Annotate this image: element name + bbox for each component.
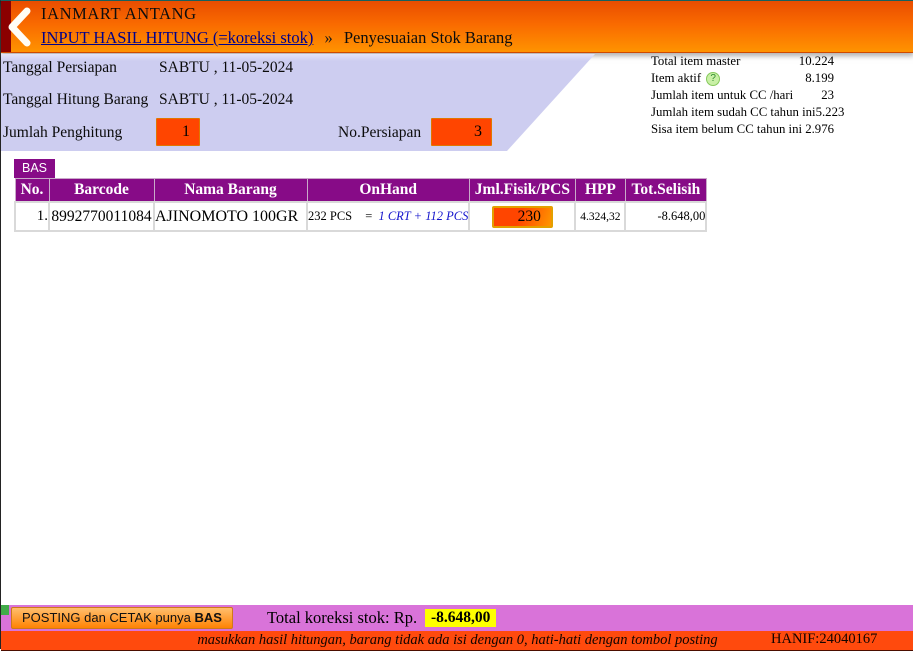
total-koreksi-label: Total koreksi stok: Rp. (267, 608, 417, 628)
back-button[interactable] (3, 4, 37, 50)
stock-table-area: BAS No. Barcode Nama Barang OnHand Jml.F… (14, 159, 707, 232)
form-panel: Tanggal Persiapan SABTU , 11-05-2024 Tan… (1, 54, 595, 151)
tanggal-hitung-value: SABTU , 11-05-2024 (159, 91, 293, 109)
posting-button-text: POSTING dan CETAK punya (22, 610, 194, 625)
stat-label: Jumlah item sudah CC tahun ini (651, 105, 816, 120)
stat-value: 23 (821, 88, 834, 103)
help-icon[interactable]: ? (706, 72, 720, 86)
tab-bas[interactable]: BAS (14, 159, 55, 178)
onhand-qty: 232 PCS (308, 209, 352, 223)
status-bar: masukkan hasil hitungan, barang tidak ad… (1, 631, 913, 651)
col-jml-fisik: Jml.Fisik/PCS (469, 179, 575, 203)
stat-item-sudah-cc: Jumlah item sudah CC tahun ini 5.223 (651, 104, 834, 121)
stat-value: 8.199 (805, 71, 834, 86)
stats-panel: Total item master 10.224 Item aktif ? 8.… (651, 53, 834, 138)
total-koreksi-value: -8.648,00 (425, 609, 496, 627)
stat-label-text: Item aktif (651, 71, 701, 86)
stat-item-aktif: Item aktif ? 8.199 (651, 70, 834, 87)
cell-jml-fisik: 230 (469, 202, 575, 231)
col-tot-selisih: Tot.Selisih (625, 179, 706, 203)
cell-tot-selisih: -8.648,00 (625, 202, 706, 231)
stat-label: Item aktif ? (651, 71, 720, 86)
cell-barcode: 8992770011084 (49, 202, 154, 231)
user-id: HANIF:24040167 (771, 631, 877, 648)
stat-value: 5.223 (816, 105, 845, 120)
jumlah-penghitung-label: Jumlah Penghitung (3, 124, 122, 142)
posting-cetak-button[interactable]: POSTING dan CETAK punya BAS (11, 607, 233, 629)
no-persiapan-label: No.Persiapan (338, 124, 421, 142)
cell-nama-barang: AJINOMOTO 100GR (154, 202, 307, 231)
page-subtitle: Penyesuaian Stok Barang (344, 28, 513, 47)
page-link[interactable]: INPUT HASIL HITUNG (=koreksi stok) (41, 28, 313, 47)
stat-item-cc-hari: Jumlah item untuk CC /hari 23 (651, 87, 834, 104)
tanggal-persiapan-value: SABTU , 11-05-2024 (159, 59, 293, 77)
cell-hpp: 4.324,32 (575, 202, 625, 231)
col-nama-barang: Nama Barang (154, 179, 307, 203)
cell-no: 1. (15, 202, 49, 231)
stat-value: 2.976 (805, 122, 834, 137)
store-title: IANMART ANTANG (41, 4, 197, 24)
cell-onhand: 232 PCS = 1 CRT + 112 PCS (307, 202, 469, 231)
onhand-detail: 1 CRT + 112 PCS (378, 209, 468, 223)
col-no: No. (15, 179, 49, 203)
stat-label: Jumlah item untuk CC /hari (651, 88, 793, 103)
stat-item-belum-cc: Sisa item belum CC tahun ini 2.976 (651, 121, 834, 138)
footer-bar: POSTING dan CETAK punya BAS Total koreks… (1, 605, 913, 631)
posting-button-bold: BAS (194, 610, 221, 625)
col-onhand: OnHand (307, 179, 469, 203)
app-window: IANMART ANTANG INPUT HASIL HITUNG (=kore… (0, 0, 913, 649)
breadcrumb-separator: » (325, 28, 333, 47)
table-row: 1. 8992770011084 AJINOMOTO 100GR 232 PCS… (15, 202, 706, 231)
breadcrumb: INPUT HASIL HITUNG (=koreksi stok) » Pen… (41, 28, 513, 48)
back-chevron-icon (3, 4, 37, 50)
green-chip (1, 605, 9, 615)
header-bar: IANMART ANTANG INPUT HASIL HITUNG (=kore… (1, 1, 913, 53)
no-persiapan-input[interactable]: 3 (431, 118, 492, 146)
jml-fisik-input[interactable]: 230 (492, 206, 553, 228)
tanggal-persiapan-label: Tanggal Persiapan (3, 59, 117, 77)
onhand-equals: = (365, 209, 372, 223)
table-header-row: No. Barcode Nama Barang OnHand Jml.Fisik… (15, 179, 706, 203)
stock-table: No. Barcode Nama Barang OnHand Jml.Fisik… (14, 178, 707, 232)
stat-value: 10.224 (799, 54, 834, 69)
col-hpp: HPP (575, 179, 625, 203)
tanggal-hitung-label: Tanggal Hitung Barang (3, 91, 148, 109)
stat-label: Sisa item belum CC tahun ini (651, 122, 802, 137)
stat-label: Total item master (651, 54, 740, 69)
col-barcode: Barcode (49, 179, 154, 203)
stat-total-item-master: Total item master 10.224 (651, 53, 834, 70)
jumlah-penghitung-input[interactable]: 1 (156, 118, 200, 146)
